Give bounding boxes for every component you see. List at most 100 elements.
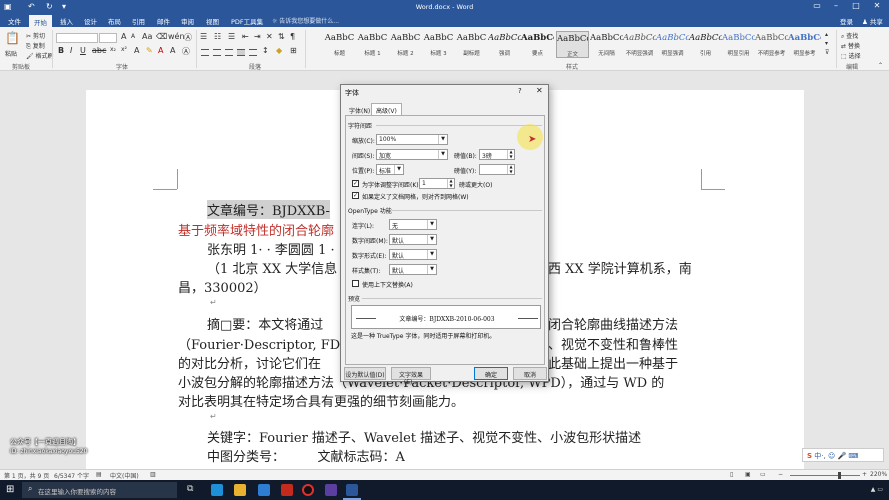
spacing-select[interactable]: 加宽 ▼ [376, 149, 448, 160]
close-icon[interactable]: ✕ [536, 86, 543, 95]
edge-browser-icon[interactable] [211, 484, 223, 496]
contextual-alternates-checkbox[interactable] [352, 280, 359, 287]
style-subtitle[interactable]: AaBbC 副标题 [455, 31, 488, 58]
page-count[interactable]: 第 1 页，共 9 页 [4, 471, 49, 480]
scale-select[interactable]: 100% ▼ [376, 134, 448, 145]
numbering-icon[interactable]: ☷ [214, 32, 221, 41]
clear-formatting-icon[interactable]: ⌫ [156, 32, 167, 41]
align-center-icon[interactable] [213, 49, 221, 56]
web-layout-icon[interactable]: ▭ [760, 471, 766, 478]
style-intense-reference[interactable]: AaBbCcI 明显参考 [788, 31, 821, 58]
affiliation-line-left[interactable]: （1 北京 XX 大学信息 [207, 258, 337, 277]
word-app-icon[interactable] [346, 484, 358, 496]
read-mode-icon[interactable]: ▯ [730, 471, 733, 478]
maximize-icon[interactable]: □ [847, 1, 865, 10]
video-app-icon[interactable] [325, 484, 337, 496]
font-name-input[interactable] [56, 33, 98, 43]
tab-layout[interactable]: 布局 [108, 16, 121, 26]
snap-to-grid-checkbox[interactable]: ✓ [352, 192, 359, 199]
spacing-points-input[interactable]: 3磅 ▲ ▼ [479, 149, 515, 160]
shading-icon[interactable]: ◆ [276, 46, 282, 55]
windows-start-icon[interactable]: ⊞ [6, 484, 14, 495]
abstract-line-3-right[interactable]: 此基础上提出一种基于 [548, 353, 678, 372]
mail-app-icon[interactable] [281, 484, 293, 496]
style-subtle-reference[interactable]: AaBbCcD 不明显参考 [755, 31, 788, 58]
tab-file[interactable]: 文件 [8, 16, 21, 26]
affiliation-line-right[interactable]: 西 XX 学院计算机系，南 [548, 258, 692, 277]
share-button[interactable]: ♟ 共享 [862, 16, 883, 26]
change-case-icon[interactable]: Aa [142, 32, 152, 41]
phonetic-guide-icon[interactable]: wén [168, 32, 185, 41]
align-right-icon[interactable] [225, 49, 233, 56]
grow-font-icon[interactable]: A [121, 32, 126, 41]
ligatures-select[interactable]: 无 ▼ [389, 219, 437, 230]
position-select[interactable]: 标准 ▼ [376, 164, 404, 175]
collapse-ribbon-icon[interactable]: ⌃ [878, 62, 883, 69]
abstract-line-1-left[interactable]: 摘□要：本文将通过 [207, 314, 323, 333]
styles-more-icon[interactable]: ⊽ [825, 49, 829, 56]
task-view-icon[interactable]: ⧉ [187, 484, 199, 496]
number-spacing-select[interactable]: 默认 ▼ [389, 234, 437, 245]
keywords-line[interactable]: 关键字：Fourier 描述子、Wavelet 描述子、视觉不变性、小波包形状描… [207, 427, 641, 446]
font-color-icon[interactable]: A [158, 46, 163, 55]
font-size-input[interactable] [99, 33, 117, 43]
word-count[interactable]: 6/5347 个字 [54, 471, 89, 480]
tab-mailings[interactable]: 邮件 [157, 16, 170, 26]
sort-icon[interactable]: ⇅ [278, 32, 285, 41]
copy-button[interactable]: ⎘ 复制 [26, 41, 45, 51]
set-as-default-button[interactable]: 设为默认值(D) [344, 367, 386, 380]
zoom-slider-handle[interactable] [838, 472, 841, 479]
tab-insert[interactable]: 插入 [60, 16, 73, 26]
close-icon[interactable]: ✕ [868, 1, 886, 10]
paste-button[interactable]: 粘贴 [5, 49, 17, 58]
minimize-icon[interactable]: – [827, 1, 845, 10]
kerning-input[interactable]: 1 ▲ ▼ [419, 178, 455, 189]
language[interactable]: 中文(中国) [110, 471, 139, 480]
borders-icon[interactable]: ⊞ [290, 46, 297, 55]
show-marks-icon[interactable]: ¶ [290, 32, 295, 41]
zoom-out-icon[interactable]: − [778, 471, 783, 478]
article-number-line[interactable]: 文章编号：BJDXXB- [207, 200, 330, 219]
format-painter-button[interactable]: 🖌 格式刷 [26, 51, 54, 60]
style-subtle-emphasis[interactable]: AaBbCcD 不明显强调 [623, 31, 656, 58]
abstract-line-3-left[interactable]: 的对比分析，讨论它们在 [178, 353, 321, 372]
style-normal[interactable]: AaBbCcD 正文 [556, 31, 589, 58]
proofing-icon[interactable]: ▤ [96, 471, 102, 478]
style-quote[interactable]: AaBbCcD 引用 [689, 31, 722, 58]
zoom-in-icon[interactable]: + [862, 471, 867, 478]
bullets-icon[interactable]: ☰ [200, 32, 207, 41]
shrink-font-icon[interactable]: A [131, 33, 135, 40]
italic-icon[interactable]: I [70, 46, 72, 55]
text-effects-icon[interactable]: A [134, 46, 139, 55]
tell-me-search[interactable]: ☼ 告诉我您想要做什么... [272, 16, 339, 25]
styles-scroll-down-icon[interactable]: ▾ [825, 40, 828, 47]
styles-scroll-up-icon[interactable]: ▴ [825, 31, 828, 38]
cancel-button[interactable]: 取消 [513, 367, 547, 380]
chinese-layout-icon[interactable]: ✕ [266, 32, 273, 41]
underline-icon[interactable]: U [80, 46, 86, 55]
line-spacing-icon[interactable]: ↕ [262, 46, 269, 55]
enclose-characters-icon[interactable]: Ⓐ [184, 32, 192, 43]
strikethrough-icon[interactable]: abc [92, 46, 106, 55]
text-effects-button[interactable]: 文字效果(E)... [391, 367, 431, 386]
style-intense-emphasis[interactable]: AaBbCcD 明显强调 [656, 31, 689, 58]
style-intense-quote[interactable]: AaBbCcD 明显引用 [722, 31, 755, 58]
kerning-checkbox[interactable]: ✓ [352, 180, 359, 187]
ribbon-display-options-icon[interactable]: ▭ [808, 1, 826, 10]
select-button[interactable]: ⬚ 选择 [841, 51, 861, 60]
superscript-icon[interactable]: x² [121, 46, 127, 53]
character-shading-icon[interactable]: A [170, 46, 175, 55]
align-left-icon[interactable] [201, 49, 209, 56]
help-button[interactable]: ? [518, 87, 522, 95]
increase-indent-icon[interactable]: ⇥ [254, 32, 261, 41]
abstract-line-2-left[interactable]: （Fourier·Descriptor, FD 和 [178, 334, 357, 353]
bold-icon[interactable]: B [58, 46, 64, 55]
abstract-line-1-right[interactable]: 闭合轮廓曲线描述方法 [548, 314, 678, 333]
zoom-slider[interactable] [790, 475, 860, 476]
multilevel-list-icon[interactable]: ☰ [228, 32, 235, 41]
position-points-input[interactable]: ▲ ▼ [479, 164, 515, 175]
number-forms-select[interactable]: 默认 ▼ [389, 249, 437, 260]
sign-in-link[interactable]: 登录 [840, 16, 853, 26]
ok-button[interactable]: 确定 [474, 367, 508, 380]
justify-icon[interactable] [237, 49, 245, 56]
